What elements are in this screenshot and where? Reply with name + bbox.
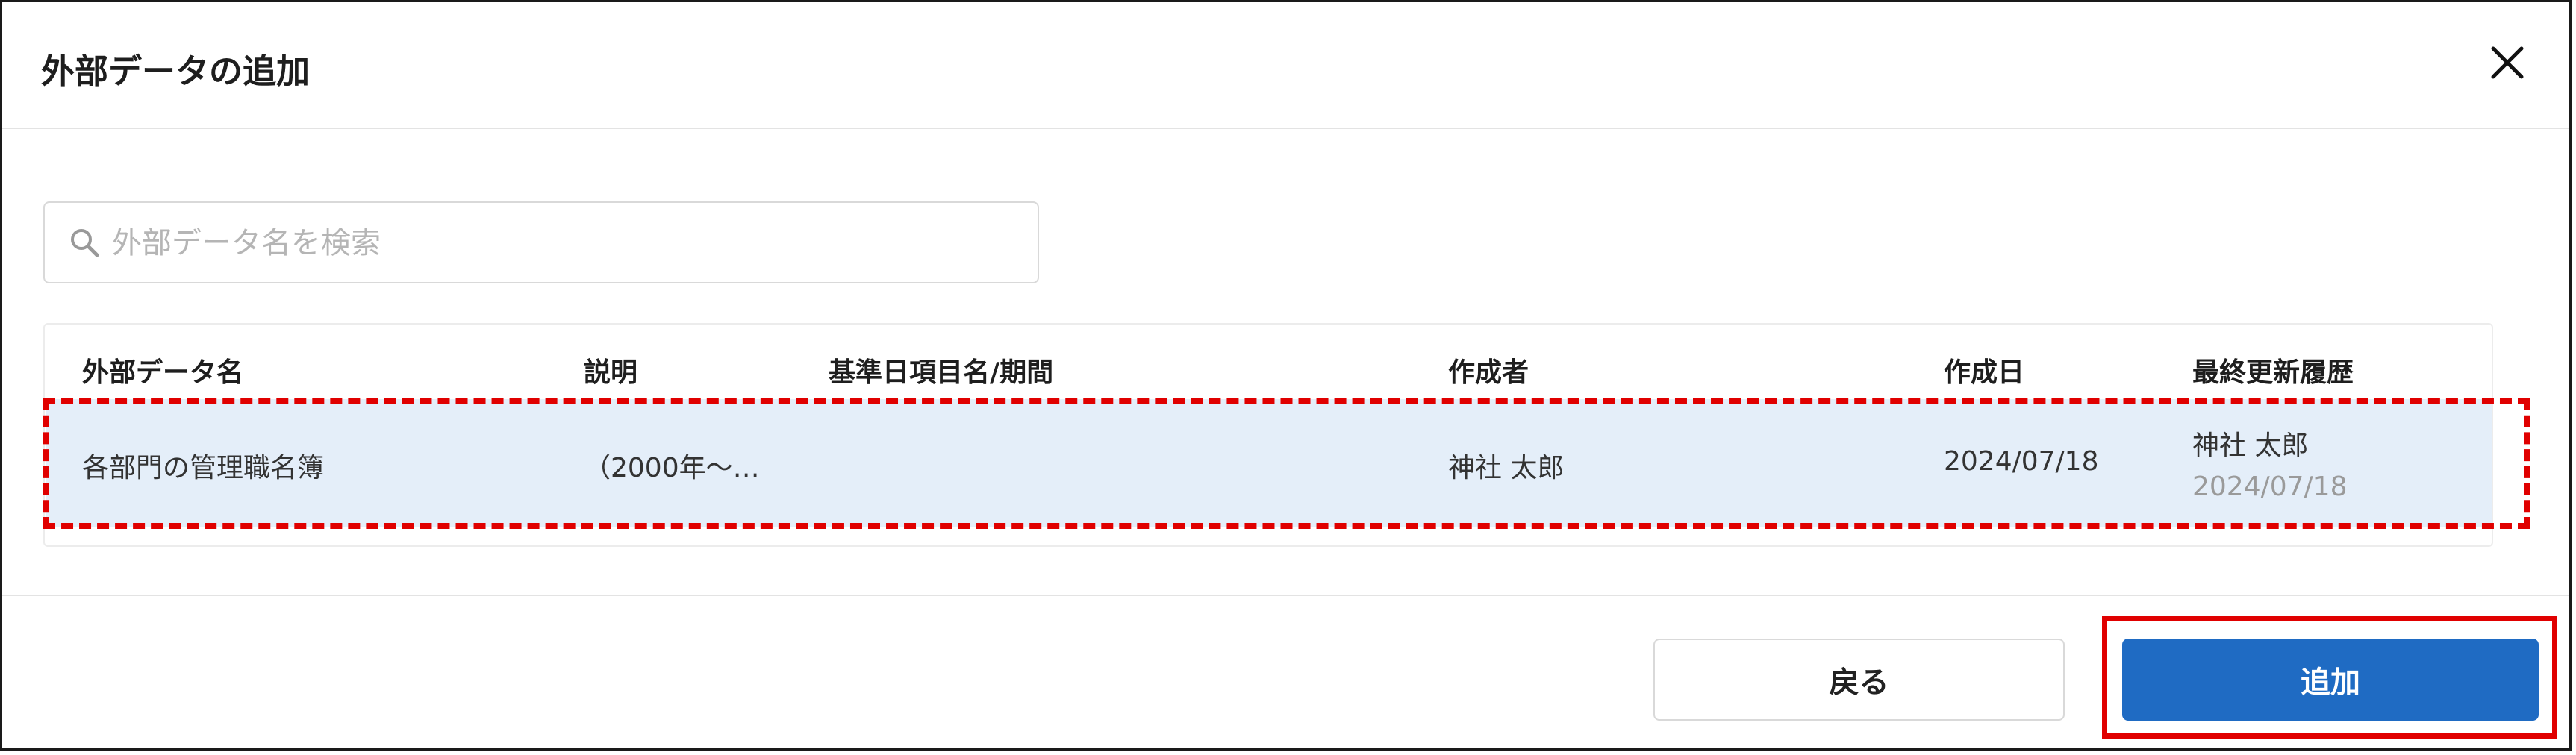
row-highlight-annotation <box>43 398 2530 529</box>
footer-divider <box>2 595 2569 596</box>
back-button[interactable]: 戻る <box>1653 639 2065 721</box>
column-header-period: 基準日項目名/期間 <box>829 357 1054 388</box>
close-icon <box>2491 46 2524 79</box>
column-header-author: 作成者 <box>1448 357 1529 388</box>
close-button[interactable] <box>2489 44 2526 81</box>
column-header-last-updated: 最終更新履歴 <box>2192 357 2354 388</box>
column-header-description: 説明 <box>584 357 638 388</box>
search-input[interactable] <box>110 216 1009 270</box>
dialog-header: 外部データの追加 <box>2 2 2569 129</box>
column-header-created: 作成日 <box>1944 357 2025 388</box>
search-box[interactable] <box>43 201 1039 283</box>
add-external-data-dialog: 外部データの追加 外部データ名 説明 基準日項目名/期間 作成者 作成日 最終更… <box>0 0 2572 751</box>
dialog-title: 外部データの追加 <box>41 51 311 91</box>
column-header-name: 外部データ名 <box>82 357 244 388</box>
search-icon <box>71 229 99 257</box>
add-button-highlight-annotation <box>2102 616 2557 739</box>
